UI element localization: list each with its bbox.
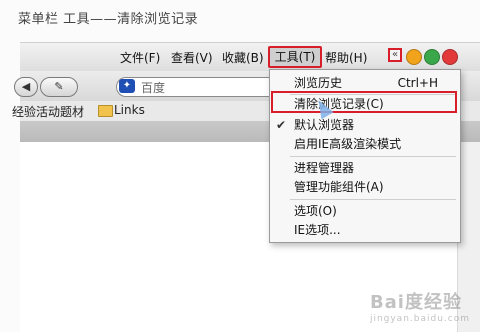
favorites-links[interactable]: Links	[114, 103, 145, 117]
close-icon[interactable]	[442, 49, 458, 65]
baidu-paw-icon: ✦	[119, 79, 135, 93]
watermark: Bai度经验 jingyan.baidu.com	[369, 292, 470, 324]
menu-item-manage-components[interactable]: 管理功能组件(A)	[270, 177, 460, 197]
tools-button[interactable]: ✎	[40, 77, 78, 97]
menu-favorites[interactable]: 收藏(B)	[222, 49, 264, 66]
menu-help[interactable]: 帮助(H)	[325, 49, 367, 66]
menu-item-history[interactable]: 浏览历史 Ctrl+H	[270, 73, 460, 93]
checkmark-icon: ✔	[276, 118, 287, 132]
menu-separator	[290, 156, 456, 157]
menu-separator	[290, 199, 456, 200]
highlight-box	[271, 91, 457, 113]
menu-item-process-manager[interactable]: 进程管理器	[270, 158, 460, 178]
wrench-icon: ✎	[54, 80, 64, 93]
menu-item-ie-options[interactable]: IE选项...	[270, 220, 460, 240]
minimize-icon[interactable]	[406, 49, 422, 65]
address-placeholder: 百度	[141, 81, 166, 95]
collapse-icon[interactable]: «	[388, 48, 402, 62]
menu-view[interactable]: 查看(V)	[171, 49, 213, 66]
address-bar[interactable]: ✦ 百度	[116, 77, 278, 97]
back-button[interactable]: ◀	[14, 77, 38, 97]
menu-tools[interactable]: 工具(T)	[268, 46, 322, 68]
menu-item-options[interactable]: 选项(O)	[270, 201, 460, 221]
menu-item-ie-mode[interactable]: 启用IE高级渲染模式	[270, 134, 460, 154]
back-icon: ◀	[21, 80, 31, 93]
maximize-icon[interactable]	[424, 49, 440, 65]
caption: 菜单栏 工具——清除浏览记录	[18, 12, 199, 27]
menu-item-default-browser[interactable]: ✔ 默认浏览器	[270, 115, 460, 135]
favorites-item[interactable]: 经验活动题材	[12, 103, 84, 120]
folder-icon	[98, 105, 113, 117]
menu-file[interactable]: 文件(F)	[120, 49, 160, 66]
menubar: 文件(F) 查看(V) 收藏(B) 工具(T) 帮助(H) «	[20, 43, 480, 72]
